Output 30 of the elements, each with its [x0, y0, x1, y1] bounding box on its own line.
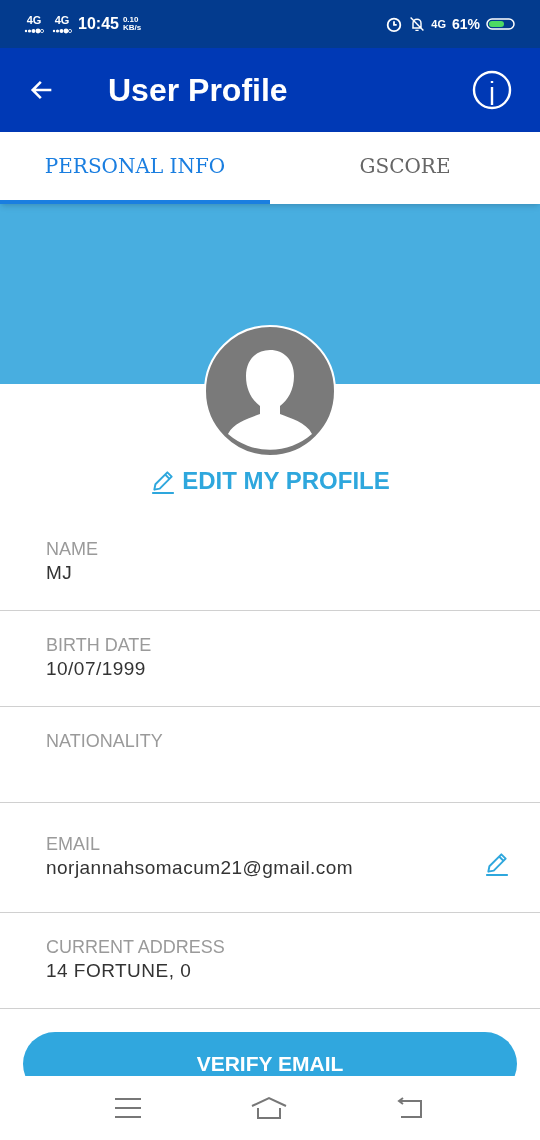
verify-email-button[interactable]: VERIFY EMAIL [23, 1032, 517, 1076]
alarm-icon [385, 15, 404, 33]
field-value: MJ [46, 560, 74, 585]
menu-icon[interactable] [115, 1097, 141, 1119]
field-value: norjannahsomacum21@gmail.com [46, 855, 355, 880]
speed-value: 0.10 [122, 16, 140, 24]
clock: 10:45 [78, 14, 119, 34]
edit-icon[interactable] [150, 468, 177, 494]
field-label: BIRTH DATE [46, 633, 153, 656]
field-label: CURRENT ADDRESS [46, 935, 226, 958]
battery-icon [486, 17, 516, 31]
field-label: NAME [46, 537, 99, 560]
tab[interactable]: GSCORE [270, 132, 540, 204]
field-label: NATIONALITY [46, 729, 164, 752]
signal-icon [52, 27, 72, 34]
network-label: 4G [54, 14, 70, 26]
screen-title: User Profile [108, 71, 289, 110]
info-icon[interactable] [472, 70, 512, 110]
field-label: EMAIL [46, 832, 102, 855]
signal-icon [24, 27, 44, 34]
network-label: 4G [431, 16, 446, 32]
home-icon[interactable] [251, 1096, 287, 1120]
edit-profile-button[interactable]: EDIT MY PROFILE [150, 463, 390, 499]
field-value: 10/07/1999 [46, 656, 147, 681]
battery-percent: 61% [451, 14, 480, 34]
bell-off-icon [409, 15, 426, 33]
speed-unit: KB/s [122, 24, 142, 32]
back-icon[interactable] [397, 1097, 425, 1119]
field-value: 14 FORTUNE, 0 [46, 958, 193, 983]
network-label: 4G [26, 14, 42, 26]
